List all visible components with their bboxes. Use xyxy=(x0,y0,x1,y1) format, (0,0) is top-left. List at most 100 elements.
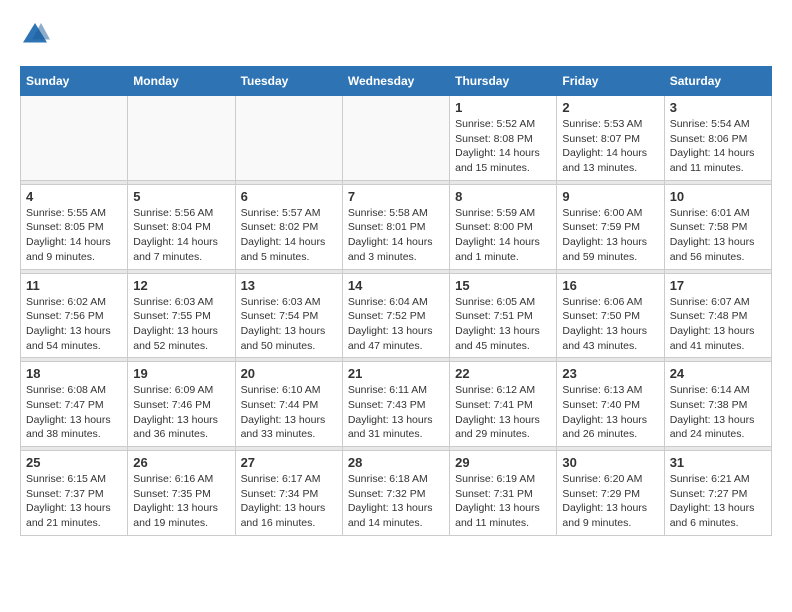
calendar-day-cell: 31 Sunrise: 6:21 AMSunset: 7:27 PMDayligh… xyxy=(664,451,771,536)
calendar-day-cell: 17 Sunrise: 6:07 AMSunset: 7:48 PMDayligh… xyxy=(664,273,771,358)
calendar-day-cell: 9 Sunrise: 6:00 AMSunset: 7:59 PMDaylight… xyxy=(557,184,664,269)
calendar-day-cell: 28 Sunrise: 6:18 AMSunset: 7:32 PMDayligh… xyxy=(342,451,449,536)
calendar-header-friday: Friday xyxy=(557,67,664,96)
calendar-day-cell: 18 Sunrise: 6:08 AMSunset: 7:47 PMDayligh… xyxy=(21,362,128,447)
day-info: Sunrise: 6:03 AMSunset: 7:55 PMDaylight:… xyxy=(133,295,229,354)
calendar-day-cell: 19 Sunrise: 6:09 AMSunset: 7:46 PMDayligh… xyxy=(128,362,235,447)
day-info: Sunrise: 6:08 AMSunset: 7:47 PMDaylight:… xyxy=(26,383,122,442)
calendar-day-cell: 30 Sunrise: 6:20 AMSunset: 7:29 PMDayligh… xyxy=(557,451,664,536)
day-info: Sunrise: 5:59 AMSunset: 8:00 PMDaylight:… xyxy=(455,206,551,265)
day-info: Sunrise: 6:15 AMSunset: 7:37 PMDaylight:… xyxy=(26,472,122,531)
day-number: 10 xyxy=(670,189,766,204)
day-info: Sunrise: 6:19 AMSunset: 7:31 PMDaylight:… xyxy=(455,472,551,531)
calendar-day-cell: 22Sunrise: 6:12 AMSunset: 7:41 PMDayligh… xyxy=(450,362,557,447)
calendar-day-cell: 16Sunrise: 6:06 AMSunset: 7:50 PMDayligh… xyxy=(557,273,664,358)
calendar-day-cell: 10Sunrise: 6:01 AMSunset: 7:58 PMDayligh… xyxy=(664,184,771,269)
calendar-week-row: 18 Sunrise: 6:08 AMSunset: 7:47 PMDayligh… xyxy=(21,362,772,447)
calendar-day-cell xyxy=(21,96,128,181)
day-info: Sunrise: 5:56 AMSunset: 8:04 PMDaylight:… xyxy=(133,206,229,265)
day-info: Sunrise: 6:20 AMSunset: 7:29 PMDaylight:… xyxy=(562,472,658,531)
calendar-day-cell xyxy=(128,96,235,181)
calendar-day-cell: 7 Sunrise: 5:58 AMSunset: 8:01 PMDaylight… xyxy=(342,184,449,269)
calendar-day-cell: 14 Sunrise: 6:04 AMSunset: 7:52 PMDayligh… xyxy=(342,273,449,358)
day-number: 2 xyxy=(562,100,658,115)
day-info: Sunrise: 6:09 AMSunset: 7:46 PMDaylight:… xyxy=(133,383,229,442)
day-info: Sunrise: 6:07 AMSunset: 7:48 PMDaylight:… xyxy=(670,295,766,354)
day-info: Sunrise: 6:03 AMSunset: 7:54 PMDaylight:… xyxy=(241,295,337,354)
calendar-day-cell: 21 Sunrise: 6:11 AMSunset: 7:43 PMDayligh… xyxy=(342,362,449,447)
day-number: 21 xyxy=(348,366,444,381)
day-info: Sunrise: 6:13 AMSunset: 7:40 PMDaylight:… xyxy=(562,383,658,442)
calendar-day-cell: 11 Sunrise: 6:02 AMSunset: 7:56 PMDayligh… xyxy=(21,273,128,358)
calendar-day-cell: 23Sunrise: 6:13 AMSunset: 7:40 PMDayligh… xyxy=(557,362,664,447)
calendar-day-cell: 2Sunrise: 5:53 AMSunset: 8:07 PMDaylight… xyxy=(557,96,664,181)
day-info: Sunrise: 6:00 AMSunset: 7:59 PMDaylight:… xyxy=(562,206,658,265)
day-number: 16 xyxy=(562,278,658,293)
logo xyxy=(20,20,56,50)
day-number: 18 xyxy=(26,366,122,381)
calendar-header-sunday: Sunday xyxy=(21,67,128,96)
day-info: Sunrise: 6:14 AMSunset: 7:38 PMDaylight:… xyxy=(670,383,766,442)
day-number: 14 xyxy=(348,278,444,293)
day-info: Sunrise: 6:04 AMSunset: 7:52 PMDaylight:… xyxy=(348,295,444,354)
calendar-day-cell: 6 Sunrise: 5:57 AMSunset: 8:02 PMDaylight… xyxy=(235,184,342,269)
logo-icon xyxy=(20,20,50,50)
day-number: 29 xyxy=(455,455,551,470)
calendar-day-cell: 1 Sunrise: 5:52 AMSunset: 8:08 PMDaylight… xyxy=(450,96,557,181)
day-number: 15 xyxy=(455,278,551,293)
day-info: Sunrise: 6:11 AMSunset: 7:43 PMDaylight:… xyxy=(348,383,444,442)
calendar-header-monday: Monday xyxy=(128,67,235,96)
day-info: Sunrise: 5:54 AMSunset: 8:06 PMDaylight:… xyxy=(670,117,766,176)
day-number: 4 xyxy=(26,189,122,204)
day-info: Sunrise: 5:52 AMSunset: 8:08 PMDaylight:… xyxy=(455,117,551,176)
day-number: 20 xyxy=(241,366,337,381)
calendar-week-row: 25 Sunrise: 6:15 AMSunset: 7:37 PMDayligh… xyxy=(21,451,772,536)
calendar-day-cell: 25 Sunrise: 6:15 AMSunset: 7:37 PMDayligh… xyxy=(21,451,128,536)
day-info: Sunrise: 6:05 AMSunset: 7:51 PMDaylight:… xyxy=(455,295,551,354)
day-info: Sunrise: 6:21 AMSunset: 7:27 PMDaylight:… xyxy=(670,472,766,531)
calendar-day-cell xyxy=(342,96,449,181)
calendar-day-cell: 29 Sunrise: 6:19 AMSunset: 7:31 PMDayligh… xyxy=(450,451,557,536)
day-info: Sunrise: 6:10 AMSunset: 7:44 PMDaylight:… xyxy=(241,383,337,442)
day-number: 13 xyxy=(241,278,337,293)
day-number: 30 xyxy=(562,455,658,470)
day-number: 7 xyxy=(348,189,444,204)
day-number: 25 xyxy=(26,455,122,470)
calendar-day-cell: 5Sunrise: 5:56 AMSunset: 8:04 PMDaylight… xyxy=(128,184,235,269)
day-number: 6 xyxy=(241,189,337,204)
day-info: Sunrise: 5:58 AMSunset: 8:01 PMDaylight:… xyxy=(348,206,444,265)
calendar-day-cell: 4 Sunrise: 5:55 AMSunset: 8:05 PMDaylight… xyxy=(21,184,128,269)
day-number: 11 xyxy=(26,278,122,293)
calendar-day-cell: 8Sunrise: 5:59 AMSunset: 8:00 PMDaylight… xyxy=(450,184,557,269)
day-number: 12 xyxy=(133,278,229,293)
calendar-week-row: 4 Sunrise: 5:55 AMSunset: 8:05 PMDaylight… xyxy=(21,184,772,269)
day-info: Sunrise: 6:17 AMSunset: 7:34 PMDaylight:… xyxy=(241,472,337,531)
calendar-day-cell: 20 Sunrise: 6:10 AMSunset: 7:44 PMDayligh… xyxy=(235,362,342,447)
day-number: 31 xyxy=(670,455,766,470)
day-number: 17 xyxy=(670,278,766,293)
calendar-header-tuesday: Tuesday xyxy=(235,67,342,96)
day-info: Sunrise: 5:57 AMSunset: 8:02 PMDaylight:… xyxy=(241,206,337,265)
day-info: Sunrise: 5:55 AMSunset: 8:05 PMDaylight:… xyxy=(26,206,122,265)
day-info: Sunrise: 6:18 AMSunset: 7:32 PMDaylight:… xyxy=(348,472,444,531)
day-number: 9 xyxy=(562,189,658,204)
calendar-day-cell: 24 Sunrise: 6:14 AMSunset: 7:38 PMDayligh… xyxy=(664,362,771,447)
day-info: Sunrise: 6:16 AMSunset: 7:35 PMDaylight:… xyxy=(133,472,229,531)
day-number: 24 xyxy=(670,366,766,381)
calendar-day-cell: 27Sunrise: 6:17 AMSunset: 7:34 PMDayligh… xyxy=(235,451,342,536)
calendar-day-cell: 12 Sunrise: 6:03 AMSunset: 7:55 PMDayligh… xyxy=(128,273,235,358)
calendar-table: SundayMondayTuesdayWednesdayThursdayFrid… xyxy=(20,66,772,536)
calendar-day-cell: 13 Sunrise: 6:03 AMSunset: 7:54 PMDayligh… xyxy=(235,273,342,358)
calendar-week-row: 1 Sunrise: 5:52 AMSunset: 8:08 PMDaylight… xyxy=(21,96,772,181)
calendar-header-saturday: Saturday xyxy=(664,67,771,96)
day-number: 1 xyxy=(455,100,551,115)
calendar-day-cell: 3 Sunrise: 5:54 AMSunset: 8:06 PMDaylight… xyxy=(664,96,771,181)
day-number: 3 xyxy=(670,100,766,115)
day-number: 26 xyxy=(133,455,229,470)
day-number: 28 xyxy=(348,455,444,470)
calendar-header-wednesday: Wednesday xyxy=(342,67,449,96)
calendar-day-cell: 26 Sunrise: 6:16 AMSunset: 7:35 PMDayligh… xyxy=(128,451,235,536)
day-info: Sunrise: 6:02 AMSunset: 7:56 PMDaylight:… xyxy=(26,295,122,354)
day-number: 19 xyxy=(133,366,229,381)
calendar-day-cell xyxy=(235,96,342,181)
